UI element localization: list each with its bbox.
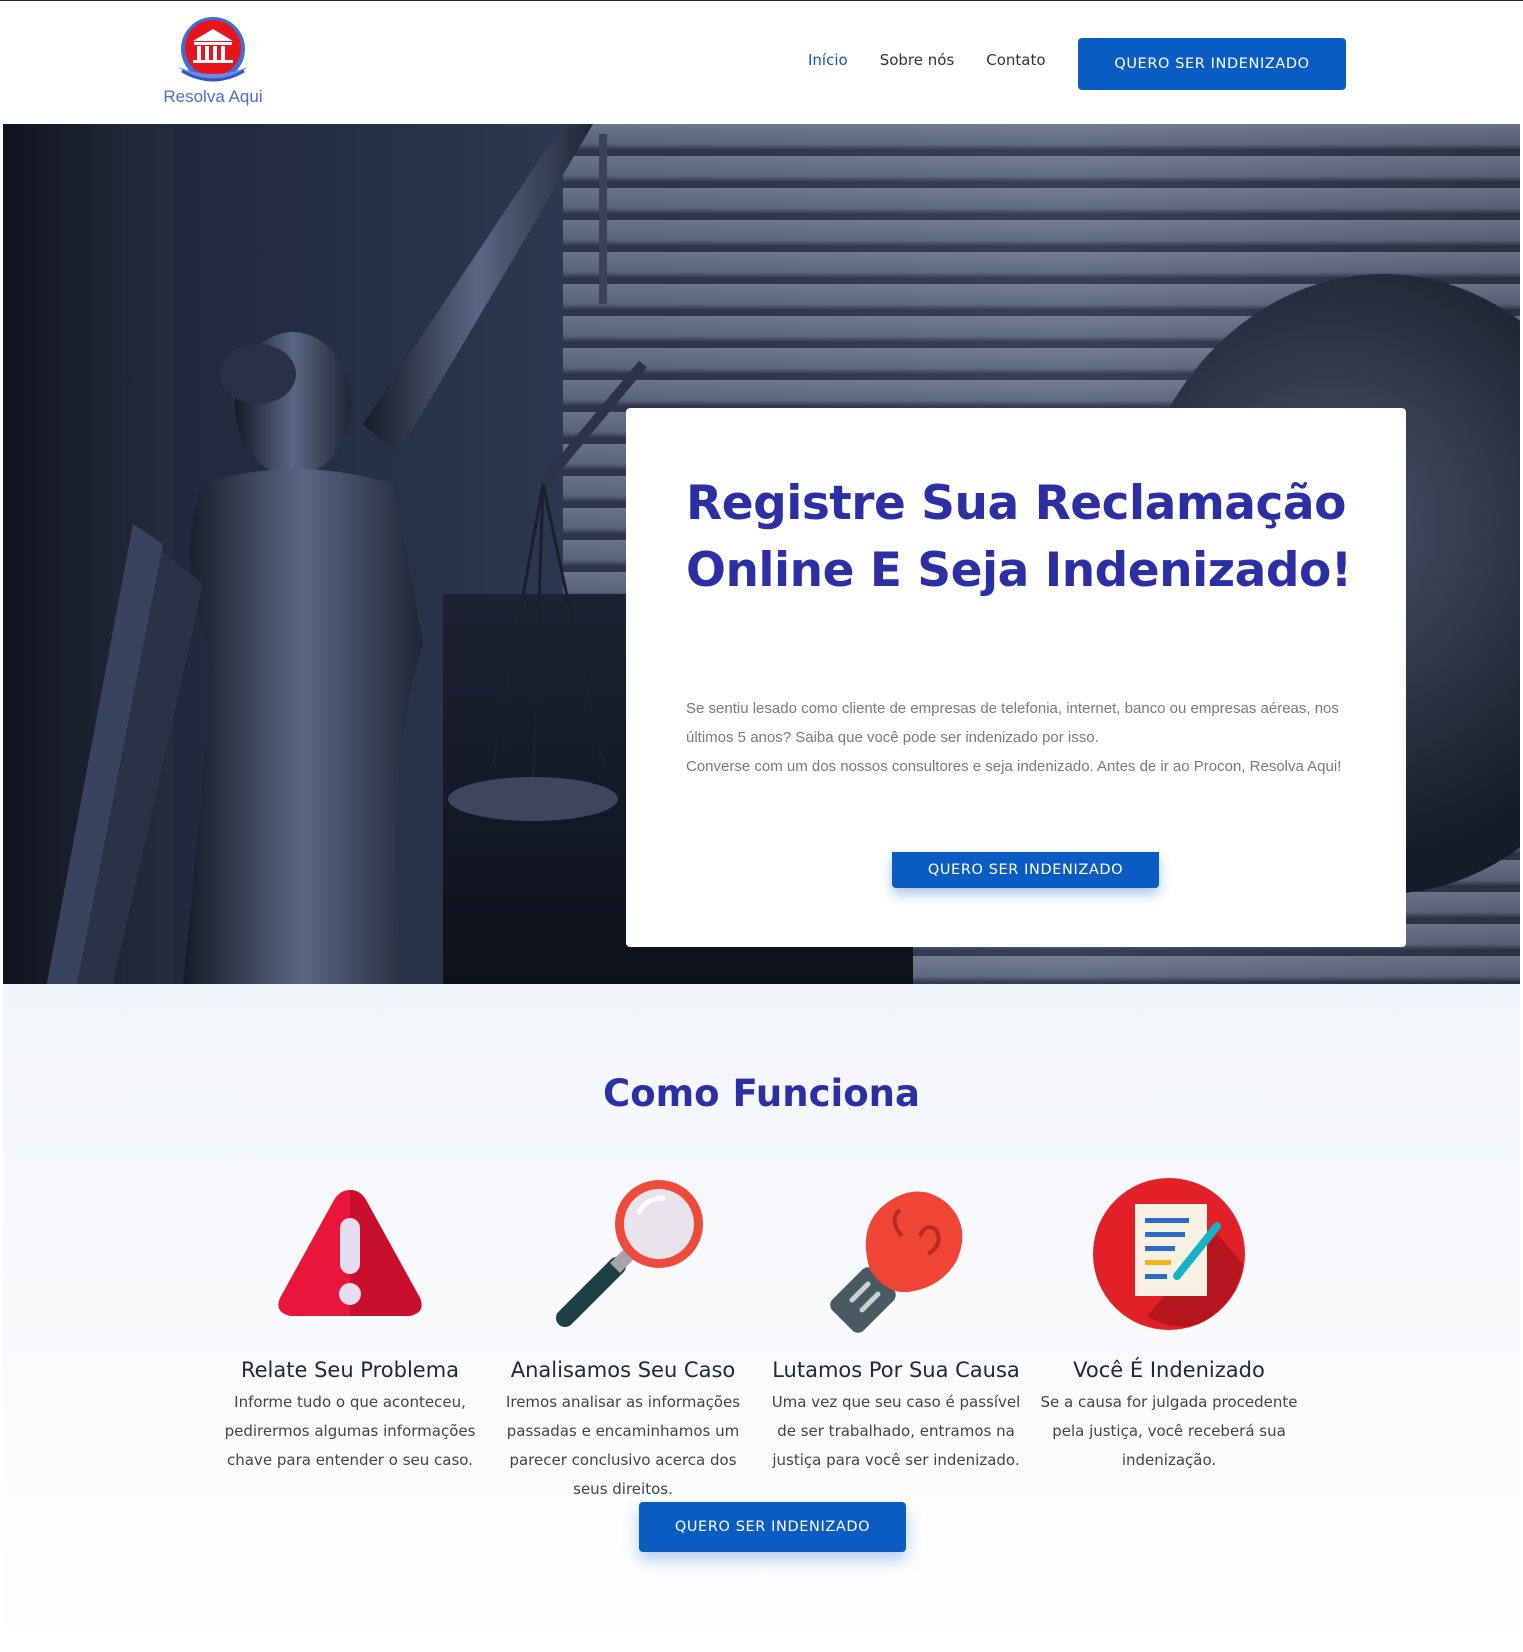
step-description: Uma vez que seu caso é passível de ser t… [771, 1393, 1021, 1469]
hero-cta-button[interactable]: QUERO SER INDENIZADO [892, 852, 1159, 888]
warning-icon [278, 1190, 422, 1316]
hero-paragraph-2: Converse com um dos nossos consultores e… [686, 758, 1342, 775]
step-description: Informe tudo o que aconteceu, pedirermos… [224, 1393, 476, 1469]
step-relate: Relate Seu Problema Informe tudo o que a… [219, 1174, 481, 1475]
step-title: Você É Indenizado [1073, 1358, 1265, 1382]
nav-item-contato[interactable]: Contato [986, 51, 1045, 69]
lady-justice-statue-image [46, 124, 647, 984]
step-indenizado: Você É Indenizado Se a causa for julgada… [1038, 1174, 1300, 1475]
hero-section: Registre Sua Reclamação Online E Seja In… [3, 124, 1520, 984]
step-title: Lutamos Por Sua Causa [772, 1358, 1020, 1382]
step-description: Iremos analisar as informações passadas … [505, 1393, 741, 1498]
hero-paragraph-1: Se sentiu lesado como cliente de empresa… [686, 700, 1339, 746]
step-description: Se a causa for julgada procedente pela j… [1040, 1393, 1298, 1469]
logo-text: Resolva Aqui [163, 87, 263, 106]
site-header: Resolva Aqui Início Sobre nós Contato QU… [0, 1, 1523, 123]
header-cta-button[interactable]: QUERO SER INDENIZADO [1078, 38, 1346, 90]
magnifier-icon [556, 1180, 703, 1327]
logo[interactable]: Resolva Aqui [158, 15, 268, 111]
courthouse-logo-icon [178, 17, 248, 82]
nav-item-sobre-nos[interactable]: Sobre nós [880, 51, 955, 69]
step-title: Relate Seu Problema [240, 1358, 460, 1382]
hero-title: Registre Sua Reclamação Online E Seja In… [686, 476, 1352, 598]
step-lutamos: Lutamos Por Sua Causa Uma vez que seu ca… [765, 1174, 1027, 1475]
bottom-cta-button[interactable]: QUERO SER INDENIZADO [639, 1502, 906, 1552]
step-analisamos: Analisamos Seu Caso Iremos analisar as i… [492, 1174, 754, 1504]
document-icon [1093, 1178, 1245, 1330]
hero-card: Registre Sua Reclamação Online E Seja In… [626, 408, 1406, 947]
how-it-works-section: Como Funciona Relate Seu Problema Inform… [3, 984, 1520, 1652]
step-title: Analisamos Seu Caso [510, 1358, 736, 1382]
main-nav: Início Sobre nós Contato [808, 51, 1046, 69]
nav-item-inicio[interactable]: Início [808, 51, 848, 69]
boxing-glove-icon [830, 1191, 963, 1333]
section-title: Como Funciona [603, 1072, 920, 1115]
hero-description: Se sentiu lesado como cliente de empresa… [686, 694, 1356, 781]
